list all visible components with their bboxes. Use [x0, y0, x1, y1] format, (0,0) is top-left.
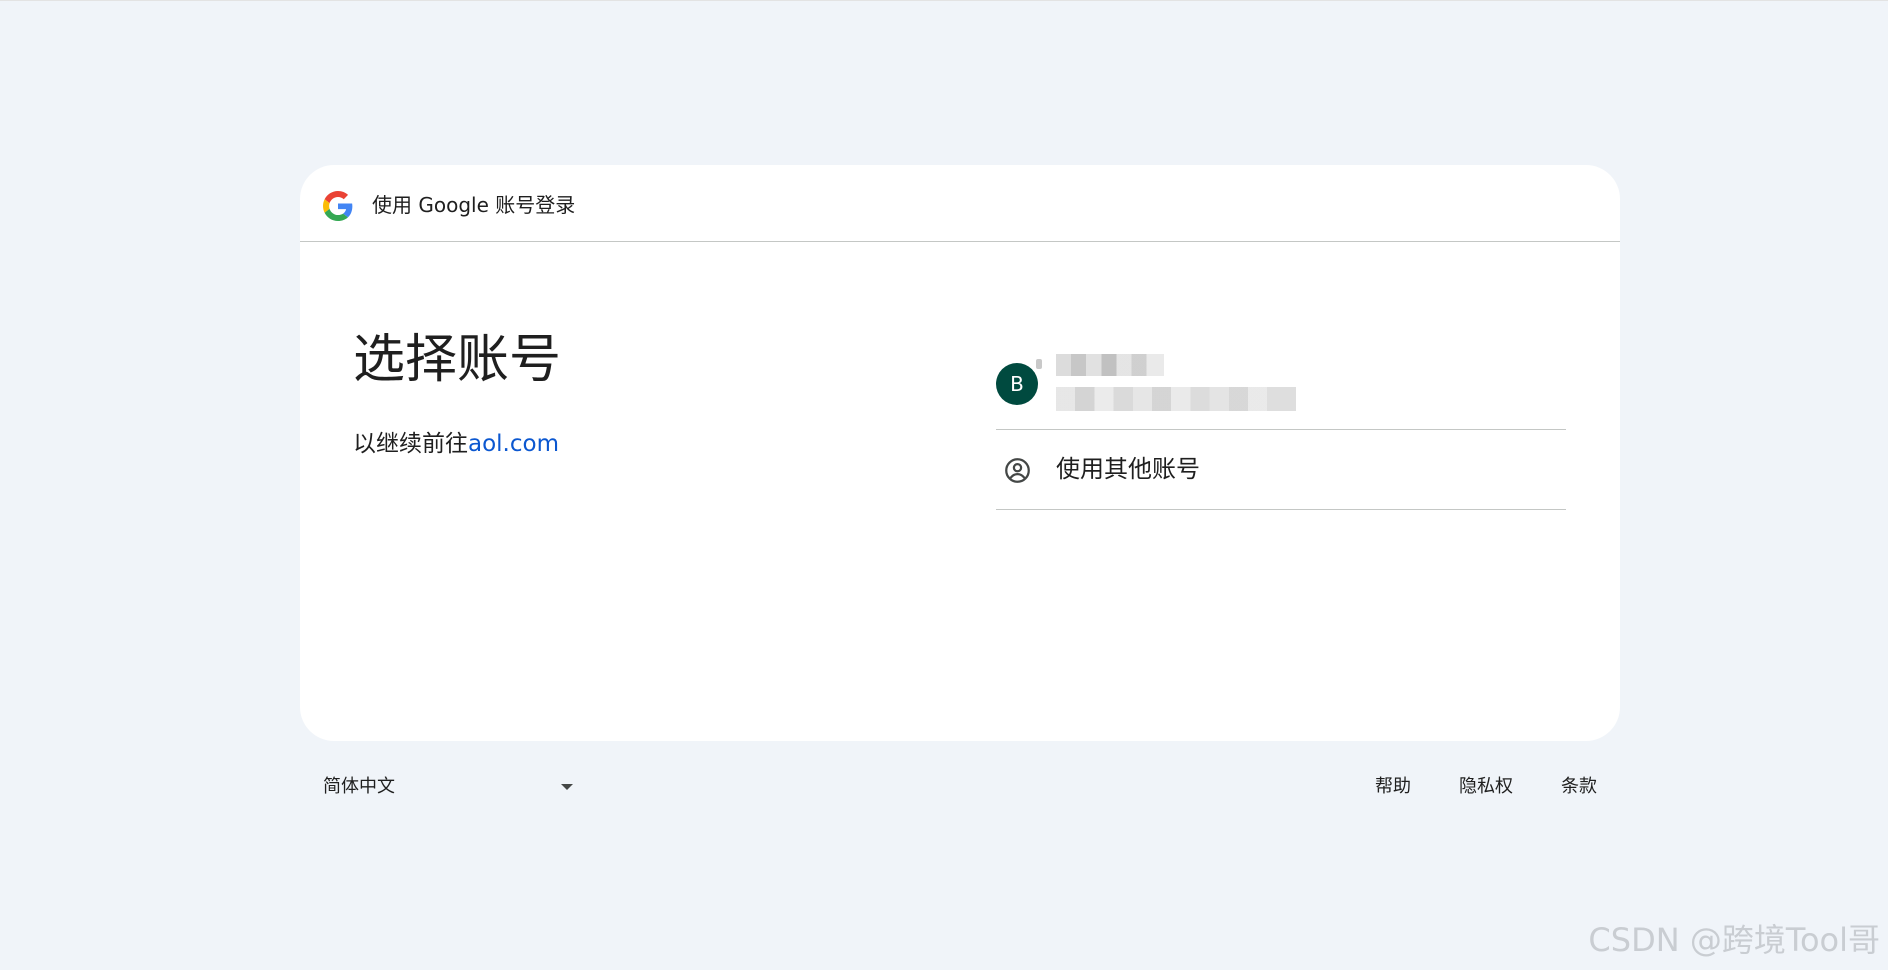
help-link[interactable]: 帮助 — [1375, 774, 1411, 800]
account-item[interactable]: B — [996, 339, 1566, 430]
privacy-link[interactable]: 隐私权 — [1459, 774, 1513, 800]
terms-link[interactable]: 条款 — [1561, 774, 1597, 800]
account-list: B 使用其他账号 — [996, 339, 1566, 510]
language-select[interactable]: 简体中文 — [323, 770, 581, 806]
page-title: 选择账号 — [353, 330, 562, 390]
use-another-account-label: 使用其他账号 — [1056, 455, 1200, 483]
caret-down-icon — [561, 784, 573, 790]
destination-link[interactable]: aol.com — [468, 431, 559, 457]
footer-links: 帮助 隐私权 条款 — [1375, 774, 1597, 800]
account-name-redacted — [1056, 354, 1164, 376]
google-g-icon — [323, 191, 353, 221]
card-header: 使用 Google 账号登录 — [300, 165, 1620, 242]
header-title: 使用 Google 账号登录 — [372, 193, 576, 217]
footer: 简体中文 帮助 隐私权 条款 — [300, 770, 1620, 810]
account-email-redacted — [1056, 387, 1296, 411]
subtitle-prefix: 以继续前往 — [353, 431, 468, 457]
avatar-badge — [1036, 359, 1042, 369]
account-circle-icon — [1005, 458, 1030, 483]
use-another-account-button[interactable]: 使用其他账号 — [996, 430, 1566, 510]
signin-card: 使用 Google 账号登录 选择账号 以继续前往aol.com B 使用其他账… — [300, 165, 1620, 741]
top-divider — [0, 0, 1888, 1]
subtitle: 以继续前往aol.com — [353, 428, 559, 460]
language-label: 简体中文 — [323, 776, 395, 797]
avatar: B — [996, 363, 1038, 405]
watermark: CSDN @跨境Tool哥 — [1588, 921, 1880, 959]
